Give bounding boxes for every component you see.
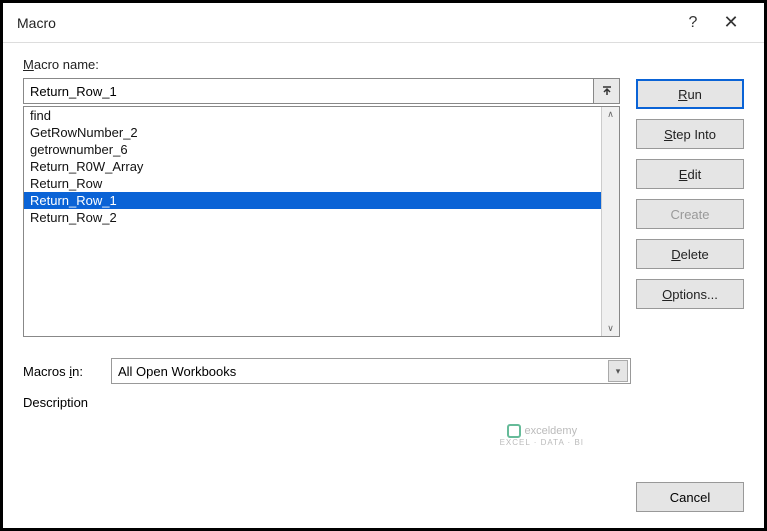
list-item[interactable]: Return_R0W_Array <box>24 158 601 175</box>
description-label: Description <box>23 395 744 410</box>
collapse-dialog-icon[interactable] <box>594 78 620 104</box>
action-buttons: Run Step Into Edit Create Delete Options… <box>636 57 744 337</box>
scroll-down-icon[interactable]: ∨ <box>607 323 614 334</box>
edit-button[interactable]: Edit <box>636 159 744 189</box>
help-icon[interactable]: ? <box>674 14 712 32</box>
create-button: Create <box>636 199 744 229</box>
chevron-down-icon[interactable]: ▾ <box>608 360 628 382</box>
run-button[interactable]: Run <box>636 79 744 109</box>
top-section: Macro name: findGetRowNumber_2getrownumb… <box>23 57 744 337</box>
delete-button[interactable]: Delete <box>636 239 744 269</box>
macro-name-input[interactable] <box>23 78 594 104</box>
macros-in-label: Macros in: <box>23 364 99 379</box>
options-button[interactable]: Options... <box>636 279 744 309</box>
titlebar: Macro ? ✕ <box>3 3 764 43</box>
macro-name-row <box>23 78 620 104</box>
list-item[interactable]: getrownumber_6 <box>24 141 601 158</box>
list-item[interactable]: GetRowNumber_2 <box>24 124 601 141</box>
cancel-button[interactable]: Cancel <box>636 482 744 512</box>
logo-icon <box>507 424 521 438</box>
scrollbar[interactable]: ∧ ∨ <box>601 107 619 336</box>
bottom-row: Cancel <box>3 482 764 528</box>
macros-in-dropdown[interactable]: All Open Workbooks ▾ <box>111 358 631 384</box>
dialog-content: Macro name: findGetRowNumber_2getrownumb… <box>3 43 764 482</box>
step-into-button[interactable]: Step Into <box>636 119 744 149</box>
macro-list-section: Macro name: findGetRowNumber_2getrownumb… <box>23 57 620 337</box>
list-item[interactable]: Return_Row <box>24 175 601 192</box>
macros-in-value: All Open Workbooks <box>118 364 236 379</box>
watermark: exceldemy EXCEL · DATA · BI <box>500 424 584 448</box>
macro-dialog: Macro ? ✕ Macro name: findGetRowNumber_2… <box>0 0 767 531</box>
macros-in-row: Macros in: All Open Workbooks ▾ <box>23 357 744 385</box>
macro-name-label: Macro name: <box>23 57 620 72</box>
close-icon[interactable]: ✕ <box>712 12 750 33</box>
list-item[interactable]: find <box>24 107 601 124</box>
dialog-title: Macro <box>17 15 674 31</box>
scroll-up-icon[interactable]: ∧ <box>607 109 614 120</box>
list-item[interactable]: Return_Row_1 <box>24 192 601 209</box>
macro-list-items: findGetRowNumber_2getrownumber_6Return_R… <box>24 107 601 336</box>
list-item[interactable]: Return_Row_2 <box>24 209 601 226</box>
macro-listbox[interactable]: findGetRowNumber_2getrownumber_6Return_R… <box>23 106 620 337</box>
